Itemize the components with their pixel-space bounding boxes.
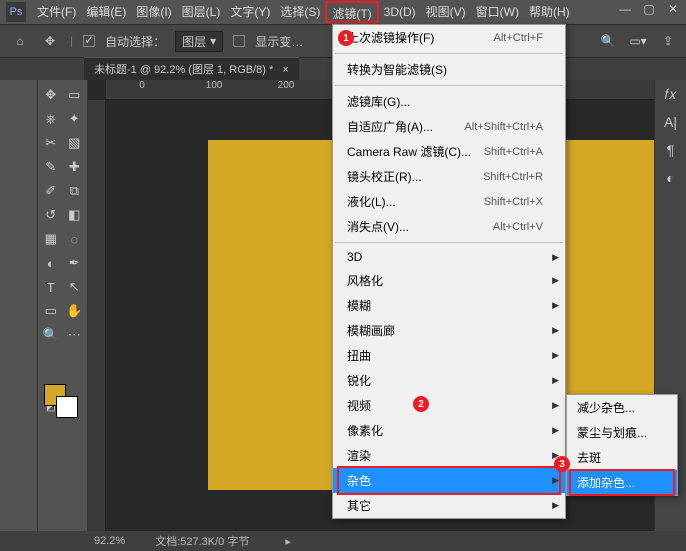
history-brush-tool[interactable]: ↺	[40, 204, 62, 226]
annotation-badge-1: 1	[338, 30, 354, 46]
show-transform-checkbox[interactable]	[233, 35, 245, 47]
workspace-icon[interactable]: ▭▾	[628, 31, 648, 51]
submenu-despeckle[interactable]: 去斑	[567, 445, 677, 470]
submenu-reduce-noise[interactable]: 减少杂色...	[567, 395, 677, 420]
menu-distort[interactable]: 扭曲	[333, 343, 565, 368]
menu-bar: 文件(F) 编辑(E) 图像(I) 图层(L) 文字(Y) 选择(S) 滤镜(T…	[0, 0, 686, 24]
zoom-tool[interactable]: 🔍	[40, 324, 62, 346]
share-icon[interactable]: ⇪	[658, 31, 678, 51]
dodge-tool[interactable]: ◐	[40, 252, 62, 274]
menu-noise[interactable]: 杂色	[333, 468, 565, 493]
menu-stylize[interactable]: 风格化	[333, 268, 565, 293]
menu-view[interactable]: 视图(V)	[421, 1, 471, 23]
quick-select-tool[interactable]: ✦	[64, 108, 86, 130]
paragraph-panel-icon[interactable]: ¶	[662, 142, 680, 160]
stamp-tool[interactable]: ⧉	[64, 180, 86, 202]
fx-panel-icon[interactable]: 𝑓𝑥	[662, 86, 680, 104]
frame-tool[interactable]: ▧	[64, 132, 86, 154]
window-controls: — ▢ ✕	[618, 4, 680, 16]
close-tab-icon[interactable]: ×	[282, 64, 288, 76]
shape-tool[interactable]: ▭	[40, 300, 62, 322]
minimize-icon[interactable]: —	[618, 4, 632, 16]
menu-3d[interactable]: 3D(D)	[379, 1, 421, 23]
menu-vanishing-point[interactable]: 消失点(V)...Alt+Ctrl+V	[333, 214, 565, 239]
document-tab[interactable]: 未标题-1 @ 92.2% (图层 1, RGB/8) * ×	[84, 57, 299, 80]
path-tool[interactable]: ↖	[64, 276, 86, 298]
menu-help[interactable]: 帮助(H)	[524, 1, 575, 23]
type-tool[interactable]: T	[40, 276, 62, 298]
menu-3d[interactable]: 3D	[333, 246, 565, 268]
move-tool-icon[interactable]: ✥	[40, 31, 60, 51]
brush-tool[interactable]: ✐	[40, 180, 62, 202]
menu-type[interactable]: 文字(Y)	[225, 1, 275, 23]
menu-filter[interactable]: 滤镜(T)	[325, 1, 378, 23]
pen-tool[interactable]: ✒	[64, 252, 86, 274]
spacer	[40, 348, 62, 370]
doc-info: 文档:527.3K/0 字节	[155, 533, 249, 549]
menu-lens-correction[interactable]: 镜头校正(R)...Shift+Ctrl+R	[333, 164, 565, 189]
annotation-badge-2: 2	[413, 396, 429, 412]
menu-layer[interactable]: 图层(L)	[177, 1, 226, 23]
close-icon[interactable]: ✕	[666, 4, 680, 16]
lasso-tool[interactable]: ⎈	[40, 108, 62, 130]
menu-adaptive-wide[interactable]: 自适应广角(A)...Alt+Shift+Ctrl+A	[333, 114, 565, 139]
ruler-vertical	[88, 100, 106, 531]
auto-select-label: 自动选择：	[105, 33, 165, 50]
menu-edit[interactable]: 编辑(E)	[81, 1, 131, 23]
gradient-tool[interactable]: ▦	[40, 228, 62, 250]
zoom-level[interactable]: 92.2%	[94, 535, 125, 547]
adjustments-panel-icon[interactable]: ◐	[662, 170, 680, 188]
menu-convert-smart[interactable]: 转换为智能滤镜(S)	[333, 57, 565, 82]
hand-tool[interactable]: ✋	[64, 300, 86, 322]
menu-pixelate[interactable]: 像素化	[333, 418, 565, 443]
annotation-badge-3: 3	[554, 456, 570, 472]
heal-tool[interactable]: ✚	[64, 156, 86, 178]
blur-tool[interactable]: ◌	[64, 228, 86, 250]
crop-tool[interactable]: ✂	[40, 132, 62, 154]
edit-toolbar[interactable]: ⋯	[64, 324, 86, 346]
menu-filter-gallery[interactable]: 滤镜库(G)...	[333, 89, 565, 114]
toolbox: ✥ ▭ ⎈ ✦ ✂ ▧ ✎ ✚ ✐ ⧉ ↺ ◧ ▦ ◌ ◐ ✒ T ↖ ▭ ✋ …	[38, 80, 88, 531]
submenu-add-noise[interactable]: 添加杂色...	[567, 470, 677, 495]
home-icon[interactable]: ⌂	[10, 31, 30, 51]
menu-liquify[interactable]: 液化(L)...Shift+Ctrl+X	[333, 189, 565, 214]
glyphs-panel-icon[interactable]: A|	[662, 114, 680, 132]
eyedropper-tool[interactable]: ✎	[40, 156, 62, 178]
menu-file[interactable]: 文件(F)	[32, 1, 81, 23]
background-color[interactable]	[56, 396, 78, 418]
app-logo	[6, 2, 26, 22]
search-icon[interactable]: 🔍	[598, 31, 618, 51]
menu-blur[interactable]: 模糊	[333, 293, 565, 318]
menu-window[interactable]: 窗口(W)	[471, 1, 524, 23]
menu-last-filter[interactable]: 上次滤镜操作(F)Alt+Ctrl+F	[333, 25, 565, 50]
status-bar: 92.2% 文档:527.3K/0 字节 ▸	[0, 531, 686, 551]
menu-render[interactable]: 渲染	[333, 443, 565, 468]
submenu-dust-scratches[interactable]: 蒙尘与划痕...	[567, 420, 677, 445]
menu-other[interactable]: 其它	[333, 493, 565, 518]
menu-select[interactable]: 选择(S)	[275, 1, 325, 23]
menu-blur-gallery[interactable]: 模糊画廊	[333, 318, 565, 343]
menu-sharpen[interactable]: 锐化	[333, 368, 565, 393]
auto-select-combo[interactable]: 图层▾	[175, 31, 223, 52]
left-dock	[0, 80, 38, 531]
menu-image[interactable]: 图像(I)	[131, 1, 176, 23]
menu-video[interactable]: 视频	[333, 393, 565, 418]
auto-select-checkbox[interactable]	[83, 35, 95, 47]
show-transform-label: 显示变…	[255, 33, 303, 50]
maximize-icon[interactable]: ▢	[642, 4, 656, 16]
move-tool[interactable]: ✥	[40, 84, 62, 106]
menu-camera-raw[interactable]: Camera Raw 滤镜(C)...Shift+Ctrl+A	[333, 139, 565, 164]
filter-menu: 上次滤镜操作(F)Alt+Ctrl+F 转换为智能滤镜(S) 滤镜库(G)...…	[332, 24, 566, 519]
color-swatch[interactable]	[40, 378, 85, 418]
marquee-tool[interactable]: ▭	[64, 84, 86, 106]
noise-submenu: 减少杂色... 蒙尘与划痕... 去斑 添加杂色...	[566, 394, 678, 496]
eraser-tool[interactable]: ◧	[64, 204, 86, 226]
